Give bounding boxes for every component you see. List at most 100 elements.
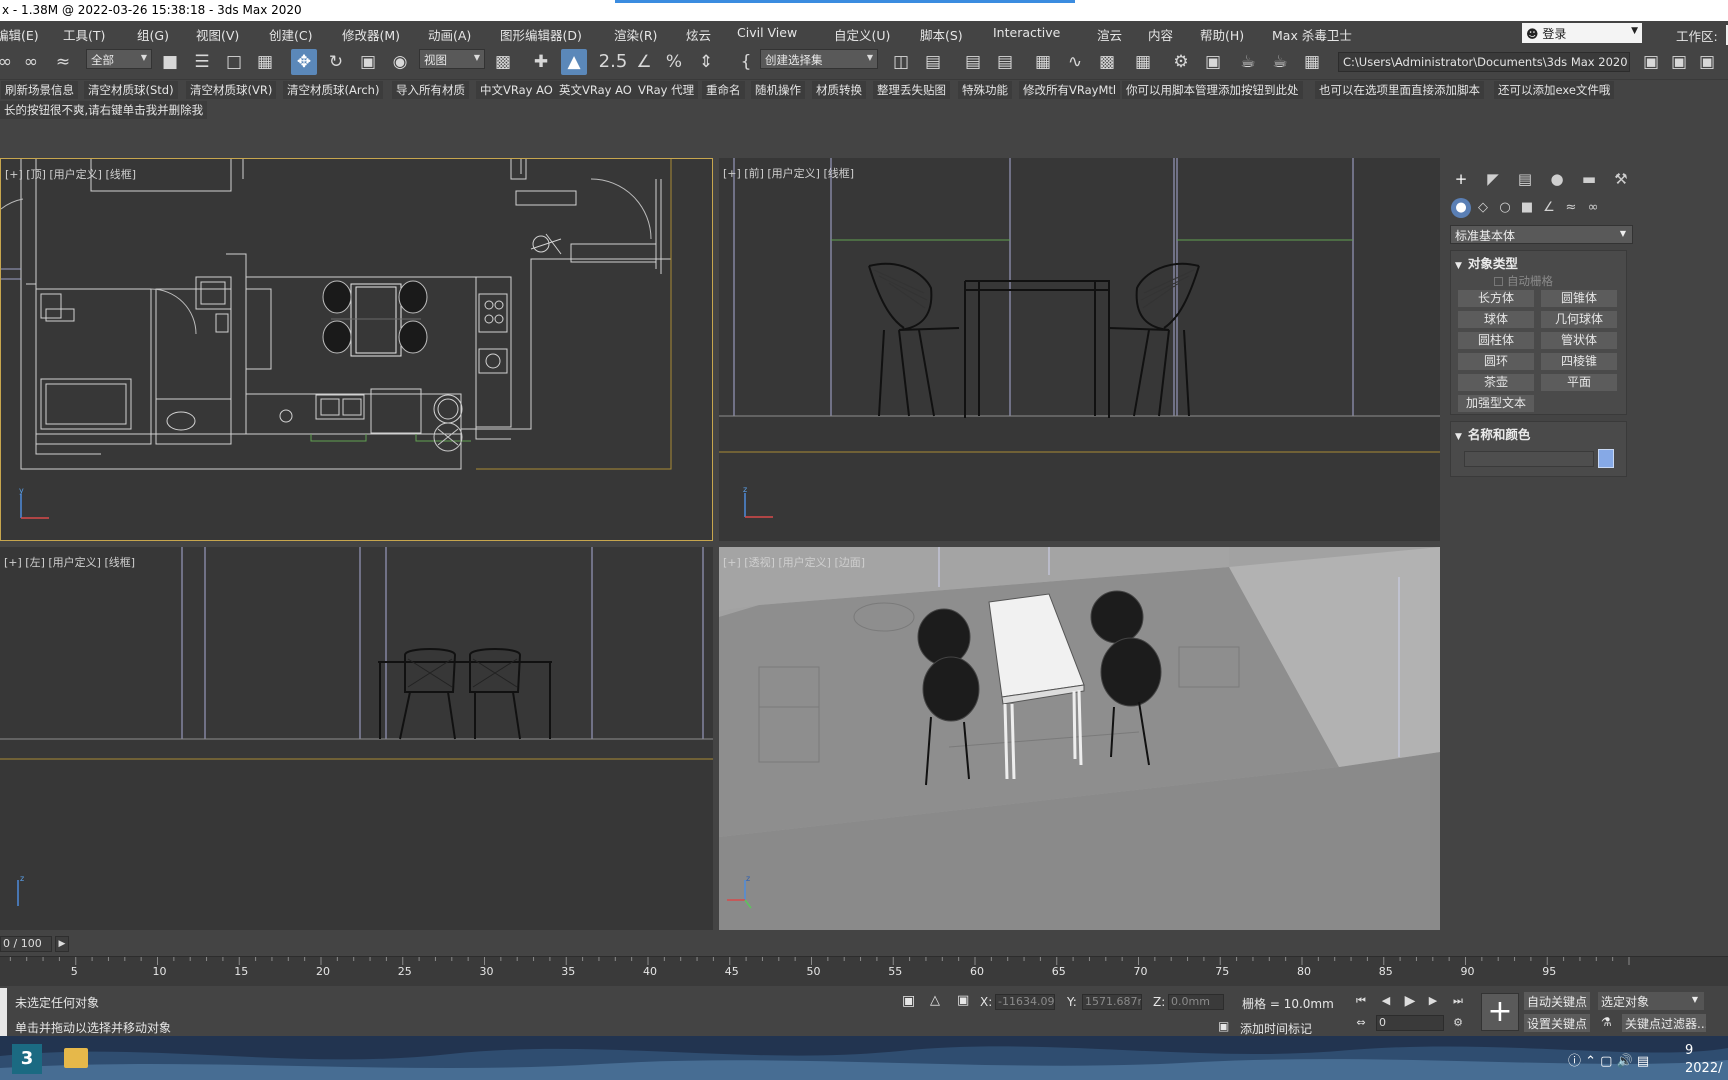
object-category-dropdown[interactable]: 标准基本体 ▼ [1450,225,1633,244]
time-slider[interactable]: 0 / 100 [0,936,52,952]
tube-button[interactable]: 管状体 [1541,332,1617,349]
sphere-button[interactable]: 球体 [1458,311,1534,328]
object-type-header[interactable]: ▼ 对象类型 [1455,253,1518,272]
named-selection-dropdown[interactable]: 创建选择集 ▼ [760,49,878,69]
script-btn-special[interactable]: 特殊功能 [958,81,1012,99]
viewport-top[interactable]: [+] [顶] [用户定义] [线框] y [0,158,713,541]
set-project-icon[interactable]: ▣ [1638,49,1664,75]
menu-animation[interactable]: 动画(A) [428,25,471,44]
cone-button[interactable]: 圆锥体 [1541,290,1617,307]
layer-explorer-icon[interactable]: ▤ [992,49,1018,75]
play-icon[interactable]: ▶ [1403,994,1417,1008]
script-btn-hint-1[interactable]: 你可以用脚本管理添加按钮到此处 [1122,81,1303,99]
script-btn-clear-std[interactable]: 清空材质球(Std) [84,81,178,99]
bind-space-warp-icon[interactable]: ≈ [50,49,76,75]
taskbar-clock[interactable]: 9 2022/ [1685,1042,1722,1078]
percent-snap-icon[interactable]: % [661,49,687,75]
cameras-icon[interactable]: ■ [1517,198,1537,218]
pyramid-button[interactable]: 四棱锥 [1541,353,1617,370]
menu-modifiers[interactable]: 修改器(M) [342,25,400,44]
plane-button[interactable]: 平面 [1541,374,1617,391]
3dsmax-taskbar-icon[interactable]: 3 [12,1044,42,1074]
shapes-icon[interactable]: ◇ [1473,198,1493,218]
go-to-start-icon[interactable]: ⏮ [1354,994,1368,1008]
menu-rendering[interactable]: 渲染(R) [614,25,657,44]
curve-editor-icon[interactable]: ∿ [1062,49,1088,75]
render-iterative-icon[interactable]: ☕ [1267,49,1293,75]
render-production-icon[interactable]: ☕ [1235,49,1261,75]
menu-interactive[interactable]: Interactive [993,25,1060,40]
menu-views[interactable]: 视图(V) [196,25,239,44]
viewport-front[interactable]: [+] [前] [用户定义] [线框] z [719,158,1440,541]
align-icon[interactable]: ▤ [920,49,946,75]
geosphere-button[interactable]: 几何球体 [1541,311,1617,328]
auto-key-button[interactable]: 自动关键点 [1524,992,1591,1010]
object-color-swatch[interactable] [1598,449,1614,468]
keyboard-shortcut-override-icon[interactable]: ▲ [561,49,587,75]
select-place-icon[interactable]: ◉ [387,49,413,75]
select-manipulate-icon[interactable]: ✚ [528,49,554,75]
project-folder-icon[interactable]: ▣ [1666,49,1692,75]
space-warps-icon[interactable]: ≈ [1561,198,1581,218]
rect-selection-icon[interactable]: □ [221,49,247,75]
window-crossing-icon[interactable]: ▦ [252,49,278,75]
script-btn-rename[interactable]: 重命名 [702,81,745,99]
go-to-end-icon[interactable]: ⏭ [1451,994,1465,1008]
select-rotate-icon[interactable]: ↻ [323,49,349,75]
key-filters-button[interactable]: 关键点过滤器... [1622,1014,1706,1032]
script-btn-missing-maps[interactable]: 整理丢失贴图 [873,81,950,99]
text-plus-button[interactable]: 加强型文本 [1458,395,1534,412]
viewport-left-label[interactable]: [+] [左] [用户定义] [线框] [4,554,135,570]
menu-max-antivirus[interactable]: Max 杀毒卫士 [1272,25,1352,44]
lock-icon[interactable]: △ [930,993,940,1008]
render-setup-icon[interactable]: ⚙ [1168,49,1194,75]
menu-xuanyun2[interactable]: 渲云 [1097,25,1122,44]
geometry-sphere-icon[interactable]: ● [1451,198,1471,218]
script-btn-vray-ao-en[interactable]: 英文VRay AO [555,81,636,99]
menu-content[interactable]: 内容 [1148,25,1173,44]
add-time-tag[interactable]: 添加时间标记 [1240,1020,1312,1037]
isolate-icon[interactable]: ▣ [902,993,915,1009]
ribbon-icon[interactable]: ▦ [1030,49,1056,75]
link-icon[interactable]: ∞ [0,49,18,75]
script-btn-modify-vraymtl[interactable]: 修改所有VRayMtl [1019,81,1121,99]
systems-icon[interactable]: ∞ [1583,198,1603,218]
menu-civil-view[interactable]: Civil View [737,25,797,40]
teapot-button[interactable]: 茶壶 [1458,374,1534,391]
scene-explorer-icon[interactable]: ▤ [960,49,986,75]
project-path-dropdown[interactable]: C:\Users\Administrator\Documents\3ds Max… [1338,52,1630,72]
script-btn-material-convert[interactable]: 材质转换 [812,81,866,99]
menu-help[interactable]: 帮助(H) [1200,25,1244,44]
next-frame-chevron-icon[interactable]: ▶ [55,936,69,952]
rendered-frame-window-icon[interactable]: ▣ [1200,49,1226,75]
script-btn-clear-arch[interactable]: 清空材质球(Arch) [283,81,384,99]
login-dropdown[interactable]: ☻ 登录 ▼ [1522,23,1642,43]
script-btn-random[interactable]: 随机操作 [751,81,805,99]
snap-toggle-icon[interactable]: 2.5 [597,49,629,75]
menu-group[interactable]: 组(G) [137,25,169,44]
viewport-perspective[interactable]: [+] [透视] [用户定义] [边面] z [719,547,1440,930]
name-color-header[interactable]: ▼ 名称和颜色 [1455,424,1530,443]
object-name-input[interactable] [1464,451,1594,467]
hierarchy-tab-icon[interactable]: ▤ [1513,168,1537,190]
schematic-view-icon[interactable]: ▩ [1094,49,1120,75]
helpers-icon[interactable]: ∠ [1539,198,1559,218]
menu-graph-editors[interactable]: 图形编辑器(D) [500,25,582,44]
project-settings-icon[interactable]: ▣ [1694,49,1720,75]
select-object-icon[interactable]: ■ [157,49,183,75]
menu-tools[interactable]: 工具(T) [63,25,105,44]
viewport-front-label[interactable]: [+] [前] [用户定义] [线框] [723,165,854,181]
previous-frame-icon[interactable]: ◀ [1379,994,1393,1008]
next-frame-icon[interactable]: ▶ [1426,994,1440,1008]
script-btn-vray-ao-cn[interactable]: 中文VRay AO [476,81,557,99]
set-key-button[interactable]: 设置关键点 [1524,1014,1591,1032]
x-coord-field[interactable]: -11634.09 [995,994,1055,1010]
select-by-name-icon[interactable]: ☰ [189,49,215,75]
menu-scripting[interactable]: 脚本(S) [920,25,963,44]
script-btn-clear-vr[interactable]: 清空材质球(VR) [186,81,277,99]
utilities-tab-wrench-icon[interactable]: ⚒ [1609,168,1633,190]
auto-grid-checkbox[interactable]: 自动栅格 [1494,273,1553,289]
script-btn-refresh-scene[interactable]: 刷新场景信息 [1,81,78,99]
viewport-left[interactable]: [+] [左] [用户定义] [线框] z [0,547,713,930]
menu-create[interactable]: 创建(C) [269,25,312,44]
